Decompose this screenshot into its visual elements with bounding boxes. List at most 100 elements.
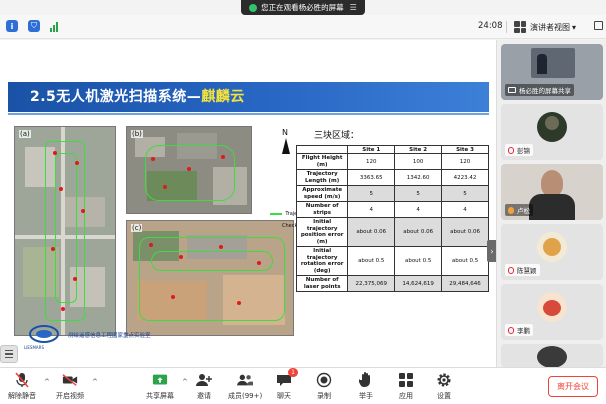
table-row-label: Trajectory Length (m) [295,169,349,186]
table-cell: 4 [394,201,443,218]
table-cell: about 0.06 [441,217,489,247]
security-shield-icon[interactable]: ⛉ [28,20,40,32]
meeting-toolbar: 解除静音 ^ 开启视频 ^ 共享屏幕 ^ 邀请 成员(99+) 1 聊天 录制 … [0,367,606,404]
table-row: Number of strips 4 4 4 [295,201,489,218]
participant-label: 彭锦 [505,144,533,156]
share-screen-button[interactable]: 共享屏幕 [146,372,174,402]
share-options-chevron-icon[interactable]: ^ [182,378,188,386]
start-video-button[interactable]: 开启视频 [56,372,84,402]
table-row: Trajectory Length (m) 3363.65 1342.60 4223.… [295,169,489,186]
share-screen-label: 共享屏幕 [146,392,174,400]
chat-unread-badge: 1 [288,368,298,377]
members-icon [237,372,254,388]
leave-meeting-button[interactable]: 离开会议 [548,376,598,397]
speaker-view-button[interactable]: 演讲者视图 ▾ [530,22,576,33]
chat-button[interactable]: 1 聊天 [276,368,298,402]
mic-muted-icon [508,266,514,274]
trajectory-swatch [270,213,283,215]
table-cell: about 0.06 [394,217,443,247]
record-label: 录制 [317,392,331,400]
table-cell: 5 [394,185,443,202]
screen-share-banner[interactable]: 您正在观看杨必胜的屏幕 ☰ [241,0,365,15]
shared-screen-area: 2.5无人机激光扫描系统—麒麟云 (a) (b) (c) N 三块区域： Sit… [0,40,497,367]
apps-button[interactable]: 应用 [398,372,414,402]
gear-icon [436,372,452,388]
chat-label: 聊天 [277,392,291,400]
start-video-label: 开启视频 [56,392,84,400]
participant-tile[interactable]: 陈慧颖 [501,224,603,280]
fullscreen-icon[interactable] [594,21,603,30]
aerial-map-site-b: (b) [126,126,252,214]
table-caption: 三块区域： [314,131,360,141]
participant-tile[interactable]: 彭锦 [501,104,603,160]
share-status-icon [249,3,258,12]
participant-tile[interactable]: 李鹏 [501,284,603,340]
avatar [537,292,567,322]
participant-tile[interactable] [501,344,603,367]
slide-title: 2.5无人机激光扫描系统—麒麟云 [30,89,245,105]
settings-button[interactable]: 设置 [436,372,452,402]
aerial-map-site-c: (c) [126,220,294,336]
table-row-label: Initial trajectory position error (m) [295,217,349,247]
hand-icon [358,372,374,388]
raise-hand-button[interactable]: 举手 [358,372,374,402]
table-cell: 3363.65 [347,169,396,186]
table-cell: 5 [441,185,489,202]
record-button[interactable]: 录制 [316,372,332,402]
mic-muted-icon [508,326,514,334]
table-cell: about 0.5 [394,246,443,276]
table-row: Number of laser points 22,375,069 14,624,6… [295,275,489,292]
table-header-cell [295,145,349,154]
table-header-cell: Site 3 [441,145,489,154]
speaker-view-label: 演讲者视图 [530,23,570,32]
north-arrow-icon [282,138,290,154]
table-cell: 29,484,646 [441,275,489,292]
meeting-info-icon[interactable]: i [6,20,18,32]
unmute-button[interactable]: 解除静音 [8,372,36,402]
table-cell: about 0.06 [347,217,396,247]
participant-tile[interactable]: 卢松 [501,164,603,220]
slide-nav-menu-button[interactable] [0,345,18,363]
table-cell: about 0.5 [441,246,489,276]
table-row: Approximate speed (m/s) 5 5 5 [295,185,489,202]
video-options-chevron-icon[interactable]: ^ [92,378,98,386]
header-underline [8,113,489,115]
share-menu-icon[interactable]: ☰ [350,3,357,12]
table-cell: 5 [347,185,396,202]
audio-options-chevron-icon[interactable]: ^ [44,378,50,386]
members-button[interactable]: 成员(99+) [228,372,262,402]
video-off-icon [62,372,78,388]
north-letter: N [282,128,288,137]
participant-name: 陈慧颖 [517,267,537,275]
layout-grid-icon[interactable] [514,21,526,33]
map-label-c: (c) [131,224,143,232]
table-row-label: Approximate speed (m/s) [295,185,349,202]
participant-name: 彭锦 [517,147,530,155]
participant-label: 陈慧颖 [505,264,540,276]
map-label-a: (a) [19,130,31,138]
slide-title-accent: 麒麟云 [201,89,245,105]
table-cell: 1342.60 [394,169,443,186]
unmute-label: 解除静音 [8,392,36,400]
network-signal-icon[interactable] [48,20,60,32]
aerial-map-site-a: (a) [14,126,116,336]
mic-speaking-icon [508,206,514,214]
table-cell: 4 [347,201,396,218]
participant-name: 李鹏 [517,327,530,335]
title-bar: i ⛉ 24:08 演讲者视图 ▾ [0,15,606,39]
avatar [537,232,567,262]
table-cell: about 0.5 [347,246,396,276]
map-label-b: (b) [131,130,143,138]
record-icon [316,372,332,388]
presentation-slide: 2.5无人机激光扫描系统—麒麟云 (a) (b) (c) N 三块区域： Sit… [8,40,489,363]
table-header-cell: Site 1 [347,145,396,154]
table-row: Initial trajectory rotation error (deg) a… [295,246,489,276]
slide-header-bar: 2.5无人机激光扫描系统—麒麟云 [8,82,489,112]
participant-name: 卢松 [517,207,530,215]
avatar [537,346,567,367]
raise-hand-label: 举手 [359,392,373,400]
invite-button[interactable]: 邀请 [196,372,212,402]
participant-tile[interactable]: 杨必胜的屏幕共享 [501,44,603,100]
chevron-down-icon: ▾ [572,23,577,32]
mic-muted-icon [14,372,30,388]
